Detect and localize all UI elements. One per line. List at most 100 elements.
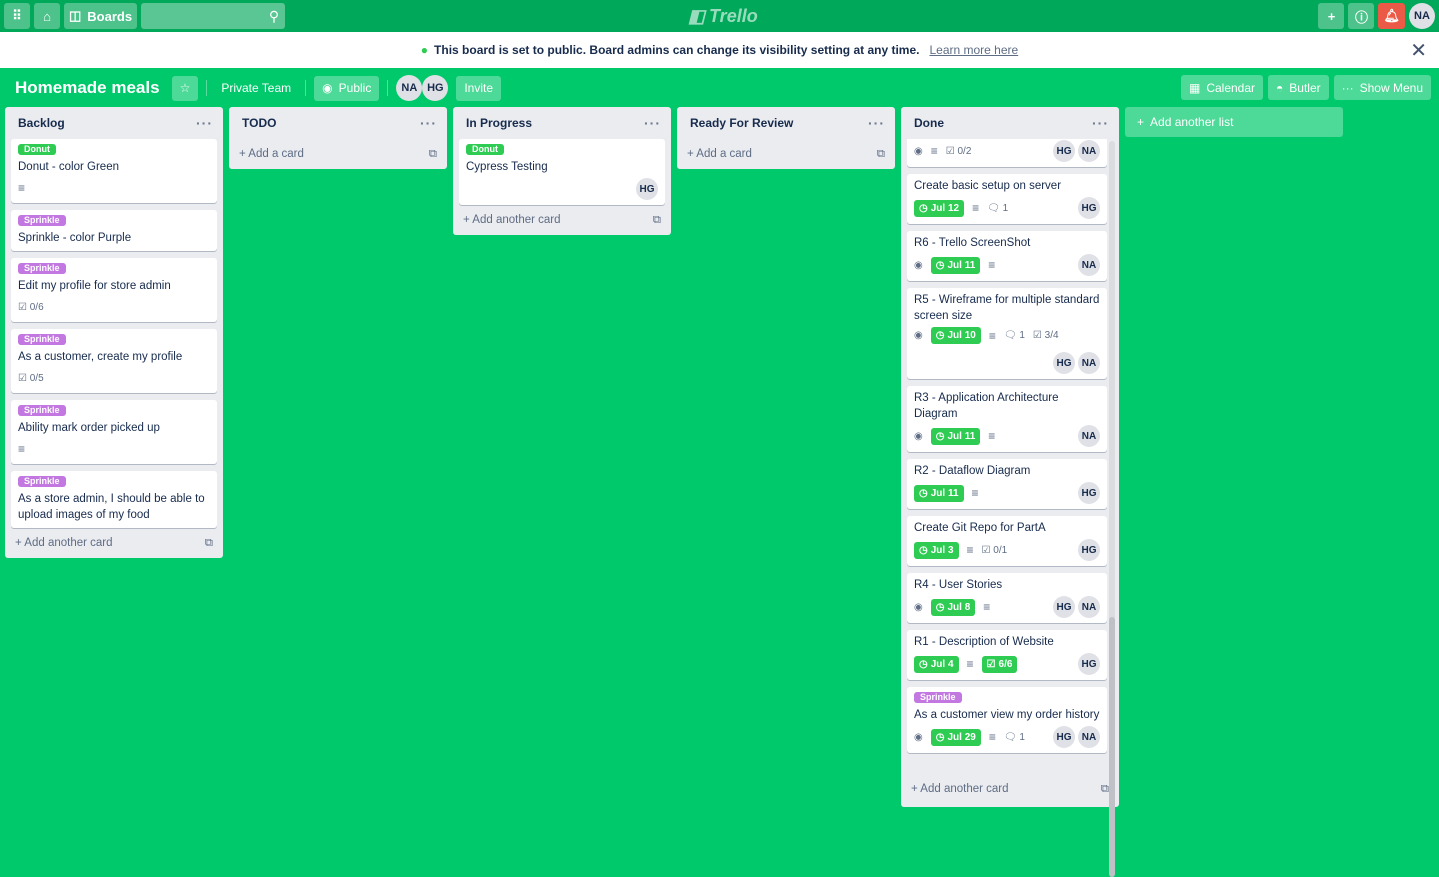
list-title[interactable]: Ready For Review (690, 116, 793, 130)
boards-button[interactable]: ◫ Boards (64, 3, 138, 29)
add-card-button[interactable]: + Add another card ⧉ (901, 774, 1119, 804)
due-date-badge[interactable]: ◷ Jul 29 (930, 728, 981, 746)
star-button[interactable]: ☆ (171, 75, 199, 101)
divider (305, 80, 307, 96)
calendar-button[interactable]: ▦ Calendar (1180, 75, 1264, 100)
more-icon[interactable]: ··· (420, 115, 437, 131)
card[interactable]: R6 - Trello ScreenShot ◉ ◷ Jul 11 ≡ NA (907, 231, 1107, 281)
more-icon[interactable]: ··· (868, 115, 885, 131)
due-date-badge[interactable]: ◷ Jul 11 (914, 484, 964, 502)
member-avatar[interactable]: NA (1078, 425, 1100, 447)
notifications-button[interactable]: 🔔︎ (1378, 3, 1405, 29)
member-avatar[interactable]: HG (1053, 726, 1075, 748)
card[interactable]: Sprinkle As a customer, create my profile… (11, 329, 217, 393)
show-menu-button[interactable]: ··· Show Menu (1333, 75, 1431, 100)
create-button[interactable]: + (1318, 3, 1345, 29)
due-date-badge[interactable]: ◷ Jul 12 (914, 199, 965, 217)
card[interactable]: Sprinkle Sprinkle - color Purple (11, 210, 217, 251)
search-input[interactable]: ⚲ (141, 3, 286, 29)
card-badges: ☑ 0/6 (18, 297, 210, 317)
card[interactable]: R4 - User Stories ◉ ◷ Jul 8 ≡ HG NA (907, 573, 1107, 623)
card[interactable]: Sprinkle Ability mark order picked up ≡ (11, 400, 217, 464)
card[interactable]: Sprinkle Edit my profile for store admin ☑… (11, 258, 217, 322)
add-list-button[interactable]: + Add another list (1125, 107, 1343, 137)
clock-icon: ◷ (935, 601, 945, 613)
grid-icon: ⠿ (12, 8, 22, 23)
template-icon[interactable]: ⧉ (205, 537, 213, 550)
board-title[interactable]: Homemade meals (15, 78, 160, 98)
card-title: Cypress Testing (466, 161, 548, 173)
card[interactable]: R2 - Dataflow Diagram ◷ Jul 11 ≡ HG (907, 459, 1107, 509)
add-card-text: Add another card (24, 537, 113, 549)
apps-button[interactable]: ⠿ (4, 3, 30, 29)
add-card-button[interactable]: + Add another card ⧉ (5, 528, 223, 558)
member-avatar[interactable]: HG (1078, 539, 1100, 561)
template-icon[interactable]: ⧉ (429, 148, 437, 161)
template-icon[interactable]: ⧉ (877, 148, 885, 161)
info-button[interactable]: ⓘ (1348, 3, 1375, 29)
member-avatar[interactable]: HG (1078, 197, 1100, 219)
close-icon[interactable]: ✕ (1410, 38, 1427, 63)
search-icon: ⚲ (268, 7, 280, 24)
member-avatar[interactable]: NA (1078, 596, 1100, 618)
list-title[interactable]: In Progress (466, 116, 532, 130)
more-icon[interactable]: ··· (644, 115, 661, 131)
add-card-button[interactable]: + Add another card ⧉ (453, 205, 671, 235)
more-icon[interactable]: ··· (1092, 115, 1109, 131)
list-title[interactable]: TODO (242, 116, 276, 130)
member-avatar[interactable]: NA (1078, 726, 1100, 748)
scrollbar-thumb[interactable] (1109, 617, 1115, 877)
card[interactable]: Create Git Repo for PartA ◷ Jul 3 ≡ ☑ 0/1 HG (907, 516, 1107, 566)
card[interactable]: Create basic setup on server ◷ Jul 12 ≡ 🗨︎ 1… (907, 174, 1107, 224)
member-avatar[interactable]: HG (1053, 352, 1075, 374)
due-date-badge[interactable]: ◷ Jul 3 (914, 541, 959, 559)
butler-button[interactable]: ◓ Butler (1268, 75, 1329, 100)
user-avatar[interactable]: NA (1409, 3, 1435, 29)
add-card-button[interactable]: + Add a card ⧉ (229, 139, 447, 169)
card[interactable]: R5 - Wireframe for multiple standard scr… (907, 288, 1107, 379)
plus-icon: + (239, 148, 249, 160)
due-date-badge[interactable]: ◷ Jul 11 (930, 256, 981, 274)
list-title[interactable]: Done (914, 116, 944, 130)
card[interactable]: R1 - Description of Website ◷ Jul 4 ≡ ☑ 6/6 HG (907, 630, 1107, 680)
card-title: Create Git Repo for PartA (914, 522, 1046, 534)
card-list: ◉ ≡ ☑ 0/2 HG NA Create basic setup on server ◷… (901, 139, 1119, 774)
card[interactable]: Donut Donut - color Green ≡ (11, 139, 217, 203)
member-avatar[interactable]: NA (1078, 254, 1100, 276)
visibility-label: Public (338, 81, 372, 95)
plus-icon: + (687, 148, 697, 160)
team-button[interactable]: Private Team (215, 81, 297, 95)
card[interactable]: Donut Cypress Testing HG (459, 139, 665, 205)
member-avatar[interactable]: HG (1078, 482, 1100, 504)
template-icon[interactable]: ⧉ (1101, 783, 1109, 796)
template-icon[interactable]: ⧉ (653, 214, 661, 227)
member-avatar[interactable]: NA (1078, 352, 1100, 374)
member-avatar[interactable]: NA (396, 75, 423, 101)
due-date-badge[interactable]: ◷ Jul 11 (930, 427, 981, 445)
visibility-button[interactable]: ◉ Public (314, 75, 380, 101)
member-avatar[interactable]: HG (1078, 653, 1100, 675)
invite-button[interactable]: Invite (456, 75, 502, 101)
card[interactable]: ◉ ≡ ☑ 0/2 HG NA (907, 139, 1107, 167)
card[interactable]: Sprinkle As a store admin, I should be ab… (11, 471, 217, 528)
member-avatar[interactable]: NA (1078, 140, 1100, 162)
comment-icon: 🗨︎ (1003, 731, 1020, 743)
card[interactable]: Sprinkle As a customer view my order hist… (907, 687, 1107, 753)
card[interactable]: R3 - Application Architecture Diagram ◉ ◷ J… (907, 386, 1107, 452)
add-card-text: Add another card (472, 214, 561, 226)
checkbox-icon: ☑ (986, 658, 996, 670)
card-title: R1 - Description of Website (914, 636, 1054, 648)
member-avatar[interactable]: HG (1053, 596, 1075, 618)
due-date-badge[interactable]: ◷ Jul 4 (914, 655, 959, 673)
learn-more-link[interactable]: Learn more here (929, 43, 1018, 57)
home-button[interactable]: ⌂ (34, 3, 60, 29)
trello-logo[interactable]: ◧ Trello (688, 6, 758, 27)
member-avatar[interactable]: HG (636, 178, 658, 200)
more-icon[interactable]: ··· (196, 115, 213, 131)
member-avatar[interactable]: HG (1053, 140, 1075, 162)
add-card-button[interactable]: + Add a card ⧉ (677, 139, 895, 169)
due-date-badge[interactable]: ◷ Jul 10 (930, 327, 981, 344)
list-title[interactable]: Backlog (18, 116, 65, 130)
due-date-badge[interactable]: ◷ Jul 8 (930, 598, 976, 616)
member-avatar[interactable]: HG (422, 75, 449, 101)
